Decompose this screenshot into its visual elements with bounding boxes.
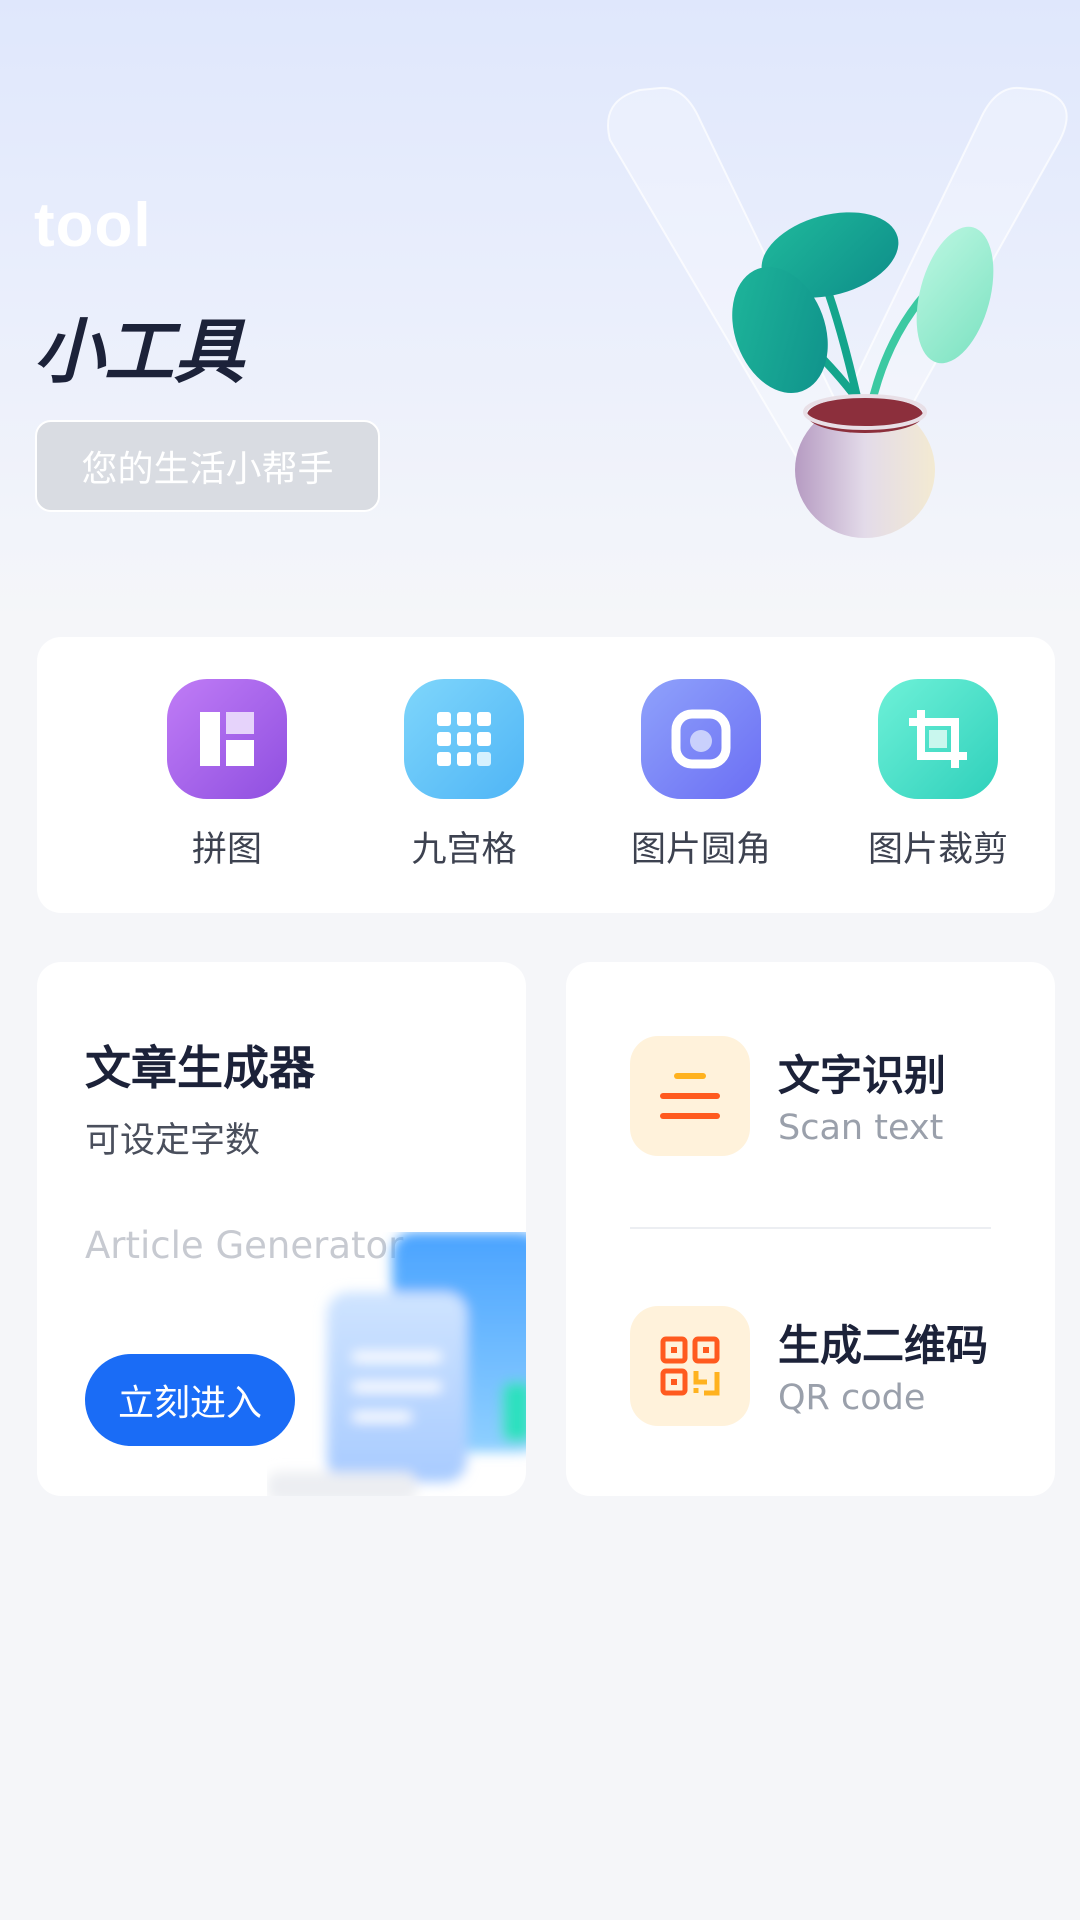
tool-label: 拼图 — [191, 830, 262, 870]
tool-label: 九宫格 — [411, 830, 517, 870]
slogan-badge: 您的生活小帮手 — [35, 420, 380, 512]
page-title: 小工具 — [34, 311, 244, 393]
tool-label: 图片圆角 — [630, 830, 771, 870]
qr-code-icon — [630, 1306, 750, 1426]
feature-qr-code[interactable]: 生成二维码 QR code — [630, 1306, 1030, 1426]
feature-subtitle: Scan text — [778, 1108, 944, 1148]
tool-label: 图片裁剪 — [867, 830, 1008, 870]
divider — [630, 1227, 991, 1229]
feature-title: 生成二维码 — [778, 1321, 989, 1370]
article-generator-card[interactable]: 文章生成器 可设定字数 Article Generator 立刻进入 — [37, 962, 526, 1496]
enter-button[interactable]: 立刻进入 — [85, 1354, 295, 1446]
tool-collage[interactable]: 拼图 — [107, 679, 347, 872]
hero-tool-text: tool — [34, 191, 152, 260]
grid-nine-icon — [404, 679, 524, 799]
feature-title: 文字识别 — [778, 1051, 947, 1100]
rounded-corner-icon — [641, 679, 761, 799]
tools-card: 拼图 九宫格 图片圆角 图片裁剪 — [37, 637, 1055, 913]
feature-scan-text[interactable]: 文字识别 Scan text — [630, 1036, 1030, 1156]
feature-subtitle: QR code — [778, 1378, 926, 1418]
article-title: 文章生成器 — [85, 1041, 315, 1095]
plant-illustration — [732, 212, 994, 538]
tool-crop[interactable]: 图片裁剪 — [818, 679, 1058, 872]
crop-icon — [878, 679, 998, 799]
page: tool 小工具 您的生活小帮手 拼图 九宫格 图片圆角 图片裁剪 文章生成器 … — [0, 0, 1080, 1920]
tool-rounded-corner[interactable]: 图片圆角 — [581, 679, 821, 872]
features-card: 文字识别 Scan text 生成二维码 QR code — [566, 962, 1055, 1496]
document-illustration — [267, 1232, 526, 1496]
tool-grid-nine[interactable]: 九宫格 — [344, 679, 584, 872]
collage-icon — [167, 679, 287, 799]
text-lines-icon — [630, 1036, 750, 1156]
article-subtitle: 可设定字数 — [85, 1121, 261, 1161]
